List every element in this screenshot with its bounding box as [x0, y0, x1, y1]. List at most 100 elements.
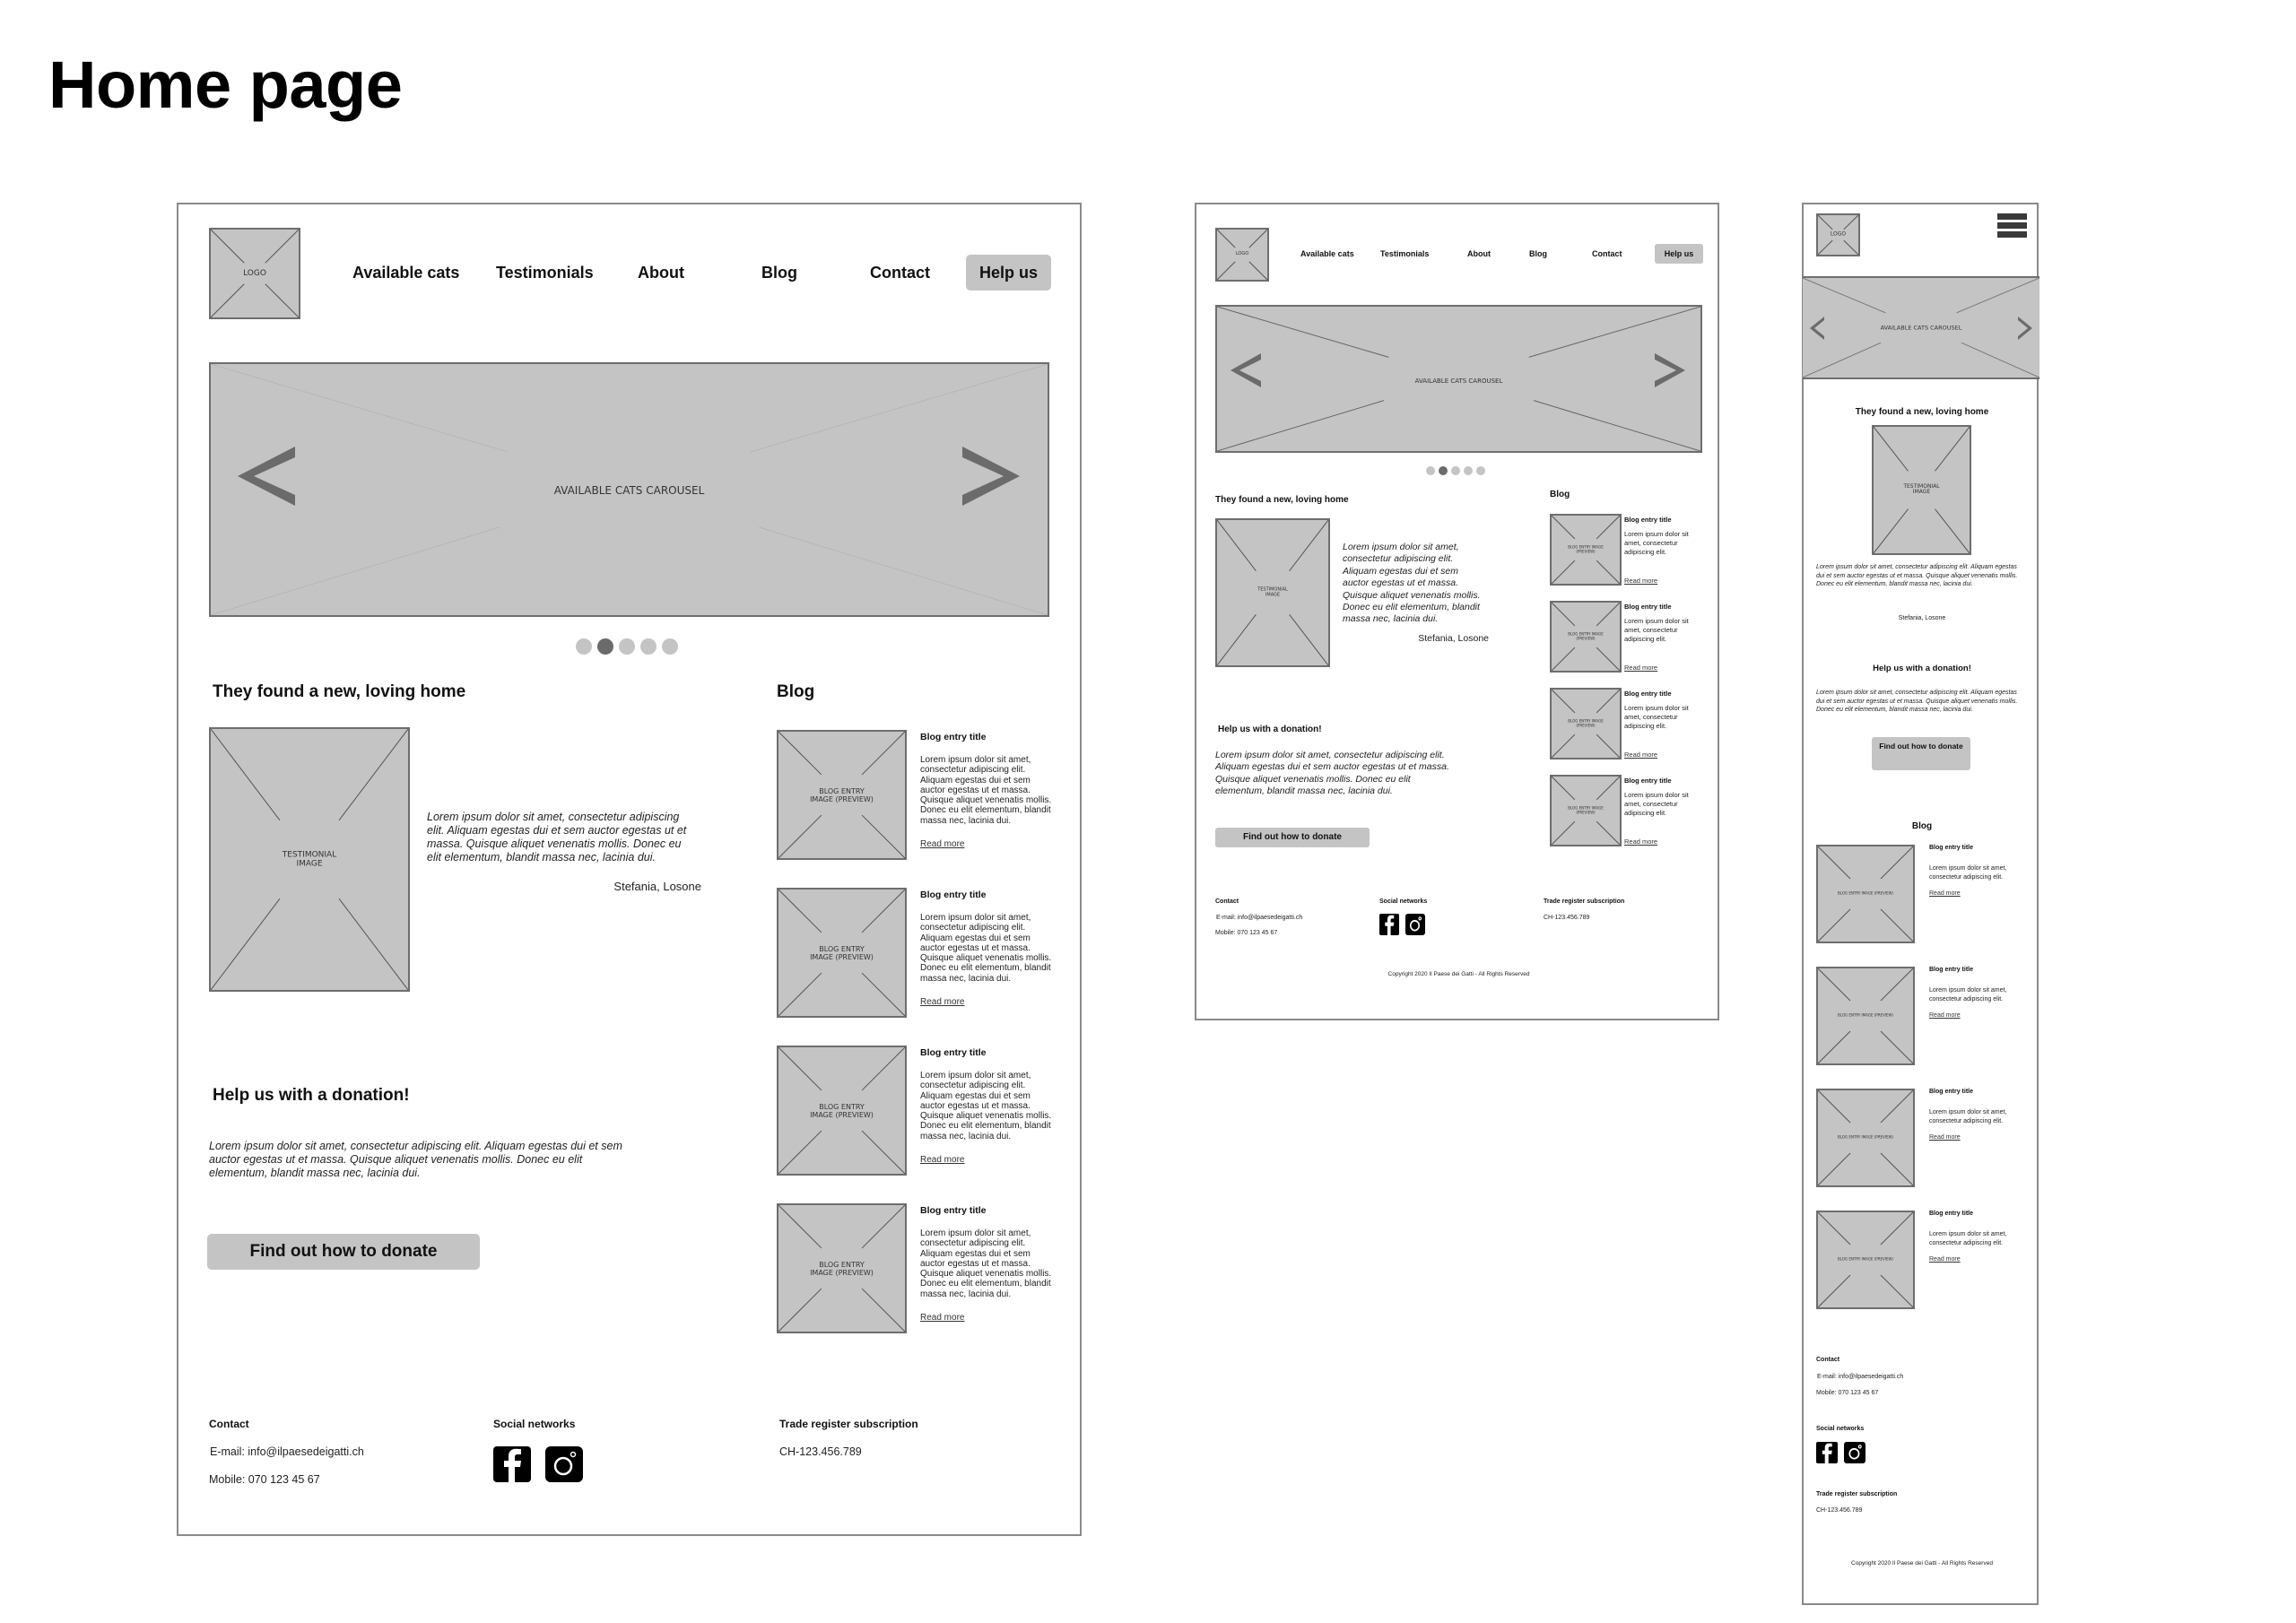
blog-entry-title[interactable]: Blog entry title [1929, 1089, 1973, 1095]
testimonial-image: TESTIMONIAL IMAGE [1215, 518, 1330, 667]
nav-blog[interactable]: Blog [761, 264, 797, 282]
blog-entry-title[interactable]: Blog entry title [1624, 777, 1672, 785]
blog-entry-image[interactable]: BLOG ENTRY IMAGE (PREVIEW) [1816, 967, 1915, 1065]
logo-placeholder[interactable]: LOGO [209, 228, 300, 319]
read-more-link[interactable]: Read more [920, 997, 964, 1007]
carousel[interactable]: AVAILABLE CATS CAROUSEL [1215, 305, 1702, 453]
read-more-link[interactable]: Read more [1624, 838, 1657, 846]
hamburger-menu-icon[interactable] [1997, 213, 2027, 238]
carousel-dot[interactable] [597, 638, 613, 655]
read-more-link[interactable]: Read more [920, 839, 964, 849]
carousel-dot[interactable] [1464, 466, 1473, 475]
footer-contact-heading: Contact [209, 1418, 249, 1430]
read-more-link[interactable]: Read more [1624, 664, 1657, 672]
chevron-left-icon[interactable] [1810, 317, 1824, 340]
instagram-icon[interactable] [545, 1446, 583, 1482]
nav-blog[interactable]: Blog [1529, 249, 1547, 258]
read-more-link[interactable]: Read more [1929, 1134, 1961, 1141]
carousel-dot[interactable] [619, 638, 635, 655]
donate-button[interactable]: Find out how to donate [1215, 828, 1370, 847]
read-more-link[interactable]: Read more [920, 1155, 964, 1165]
carousel-dot[interactable] [1426, 466, 1435, 475]
chevron-right-icon[interactable] [1655, 353, 1685, 387]
read-more-link[interactable]: Read more [1929, 890, 1961, 897]
footer-email[interactable]: E-mail: info@ilpaesedeigatti.ch [1216, 915, 1302, 921]
blog-entry-title[interactable]: Blog entry title [920, 1205, 987, 1216]
blog-entry-image-label: BLOG ENTRY IMAGE (PREVIEW) [1838, 1256, 1893, 1262]
carousel[interactable]: AVAILABLE CATS CAROUSEL [209, 362, 1049, 617]
carousel-dot[interactable] [576, 638, 592, 655]
donate-button[interactable]: Find out how to donate [207, 1234, 480, 1270]
facebook-icon[interactable] [1816, 1442, 1838, 1463]
testimonial-image-label: TESTIMONIAL IMAGE [1257, 586, 1288, 597]
blog-entry-excerpt: Lorem ipsum dolor sit amet, consectetur … [920, 1228, 1052, 1299]
nav-about[interactable]: About [638, 264, 684, 282]
facebook-icon[interactable] [493, 1446, 531, 1482]
blog-entry-excerpt: Lorem ipsum dolor sit amet, consectetur … [920, 755, 1052, 826]
instagram-icon[interactable] [1844, 1442, 1866, 1463]
read-more-link[interactable]: Read more [1929, 1256, 1961, 1263]
blog-entry-image[interactable]: BLOG ENTRY IMAGE (PREVIEW) [1816, 1089, 1915, 1187]
page-title: Home page [48, 48, 403, 122]
footer-trade-value: CH-123.456.789 [1816, 1507, 1863, 1514]
blog-entry-image[interactable]: BLOG ENTRY IMAGE (PREVIEW) [1550, 514, 1622, 586]
blog-entry-image[interactable]: BLOG ENTRY IMAGE (PREVIEW) [777, 730, 907, 860]
blog-entry-title[interactable]: Blog entry title [1624, 603, 1672, 611]
blog-entry-title[interactable]: Blog entry title [920, 1047, 987, 1058]
footer-social-heading: Social networks [1379, 898, 1428, 905]
carousel-dot[interactable] [1476, 466, 1485, 475]
testimonial-image-label: TESTIMONIAL IMAGE [282, 850, 337, 869]
carousel-dot[interactable] [662, 638, 678, 655]
facebook-icon[interactable] [1379, 914, 1399, 935]
chevron-left-icon[interactable] [238, 447, 295, 506]
chevron-left-icon[interactable] [1231, 353, 1261, 387]
carousel-dots [1426, 466, 1485, 475]
instagram-icon[interactable] [1405, 914, 1425, 935]
blog-entry-image[interactable]: BLOG ENTRY IMAGE (PREVIEW) [777, 888, 907, 1018]
blog-entry-image[interactable]: BLOG ENTRY IMAGE (PREVIEW) [1816, 1211, 1915, 1309]
blog-entry-title[interactable]: Blog entry title [920, 890, 987, 900]
blog-entry-title[interactable]: Blog entry title [1929, 845, 1973, 851]
footer-trade-heading: Trade register subscription [1816, 1491, 1898, 1497]
nav-testimonials[interactable]: Testimonials [1380, 249, 1429, 258]
blog-entry-image[interactable]: BLOG ENTRY IMAGE (PREVIEW) [777, 1203, 907, 1333]
read-more-link[interactable]: Read more [1624, 577, 1657, 585]
nav-available-cats[interactable]: Available cats [352, 264, 459, 282]
blog-entry-image[interactable]: BLOG ENTRY IMAGE (PREVIEW) [1550, 601, 1622, 673]
blog-entry-title[interactable]: Blog entry title [920, 732, 987, 742]
blog-entry-image-label: BLOG ENTRY IMAGE (PREVIEW) [810, 786, 874, 803]
testimonial-quote: Lorem ipsum dolor sit amet, consectetur … [427, 811, 687, 864]
logo-placeholder[interactable]: LOGO [1816, 213, 1860, 256]
read-more-link[interactable]: Read more [1929, 1012, 1961, 1019]
nav-contact[interactable]: Contact [1592, 249, 1622, 258]
nav-contact[interactable]: Contact [870, 264, 930, 282]
donate-button[interactable]: Find out how to donate [1872, 737, 1970, 770]
help-us-button[interactable]: Help us [1655, 244, 1703, 264]
desktop-wireframe: LOGO Available cats Testimonials About B… [177, 203, 1082, 1536]
help-us-button[interactable]: Help us [966, 255, 1051, 291]
blog-entry-image[interactable]: BLOG ENTRY IMAGE (PREVIEW) [777, 1046, 907, 1176]
blog-entry-image[interactable]: BLOG ENTRY IMAGE (PREVIEW) [1816, 845, 1915, 943]
carousel[interactable]: AVAILABLE CATS CAROUSEL [1803, 276, 2039, 379]
blog-entry-title[interactable]: Blog entry title [1929, 967, 1973, 973]
footer-email[interactable]: E-mail: info@ilpaesedeigatti.ch [1817, 1374, 1903, 1380]
blog-entry-image-label: BLOG ENTRY IMAGE (PREVIEW) [1568, 718, 1604, 727]
blog-entry-image[interactable]: BLOG ENTRY IMAGE (PREVIEW) [1550, 775, 1622, 846]
carousel-dot[interactable] [1439, 466, 1448, 475]
blog-entry-image-label: BLOG ENTRY IMAGE (PREVIEW) [1568, 544, 1604, 553]
blog-entry-title[interactable]: Blog entry title [1929, 1211, 1973, 1217]
chevron-right-icon[interactable] [2018, 317, 2032, 340]
nav-available-cats[interactable]: Available cats [1300, 249, 1354, 258]
carousel-dot[interactable] [1451, 466, 1460, 475]
nav-testimonials[interactable]: Testimonials [496, 264, 594, 282]
read-more-link[interactable]: Read more [920, 1313, 964, 1323]
nav-about[interactable]: About [1467, 249, 1491, 258]
read-more-link[interactable]: Read more [1624, 751, 1657, 759]
blog-entry-title[interactable]: Blog entry title [1624, 516, 1672, 524]
carousel-dot[interactable] [640, 638, 657, 655]
blog-entry-image[interactable]: BLOG ENTRY IMAGE (PREVIEW) [1550, 688, 1622, 759]
logo-placeholder[interactable]: LOGO [1215, 228, 1269, 282]
blog-entry-title[interactable]: Blog entry title [1624, 690, 1672, 698]
chevron-right-icon[interactable] [962, 447, 1020, 506]
footer-email[interactable]: E-mail: info@ilpaesedeigatti.ch [210, 1445, 364, 1458]
